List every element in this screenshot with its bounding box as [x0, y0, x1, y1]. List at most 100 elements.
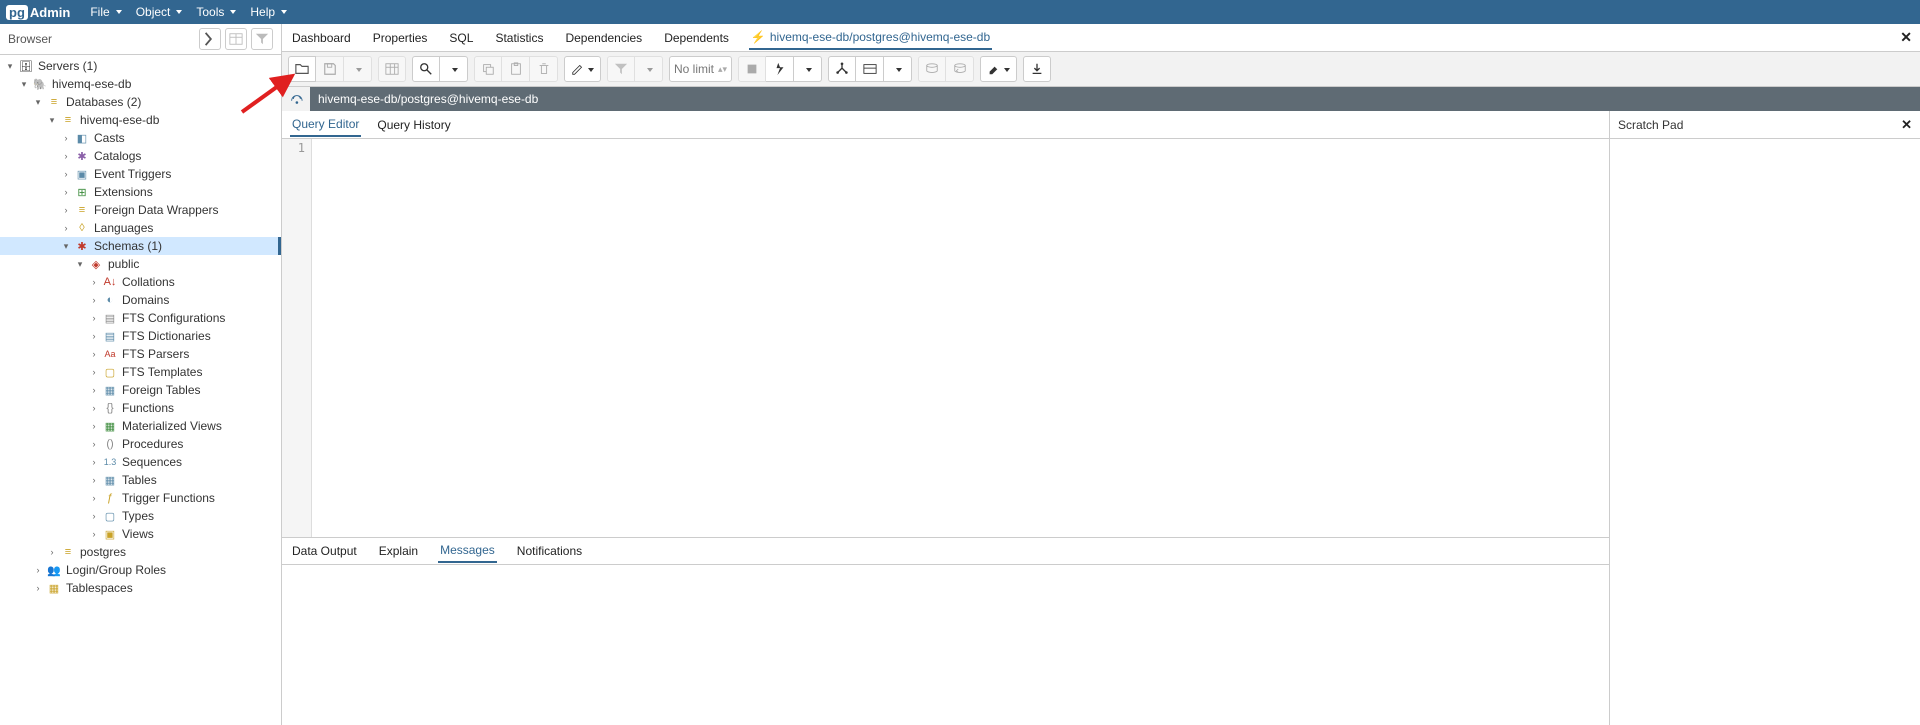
tab-statistics[interactable]: Statistics [493, 27, 545, 49]
schema-icon: ◈ [88, 256, 104, 272]
tree-procedures[interactable]: ›()Procedures [0, 435, 281, 453]
login-roles-icon: 👥 [46, 562, 62, 578]
explain-analyze-button[interactable] [856, 56, 884, 82]
tree-servers[interactable]: ▾🗄Servers (1) [0, 57, 281, 75]
tree-fts-parsers[interactable]: ›AaFTS Parsers [0, 345, 281, 363]
domains-icon: ◐ [102, 292, 118, 308]
query-tool-button[interactable] [199, 28, 221, 50]
tab-sql[interactable]: SQL [447, 27, 475, 49]
tree-event-triggers[interactable]: ›▣Event Triggers [0, 165, 281, 183]
menu-file[interactable]: File [90, 5, 121, 19]
filter-button[interactable] [251, 28, 273, 50]
execute-dropdown[interactable] [794, 56, 822, 82]
tree-server[interactable]: ▾🐘hivemq-ese-db [0, 75, 281, 93]
save-dropdown[interactable] [344, 56, 372, 82]
tree-languages[interactable]: ›◊Languages [0, 219, 281, 237]
connection-bar: hivemq-ese-db/postgres@hivemq-ese-db [282, 87, 1920, 111]
find-dropdown[interactable] [440, 56, 468, 82]
tree-catalogs[interactable]: ›✱Catalogs [0, 147, 281, 165]
db-icon: ≡ [60, 112, 76, 128]
collations-icon: A↓ [102, 274, 118, 290]
object-tree[interactable]: ▾🗄Servers (1) ▾🐘hivemq-ese-db ▾≡Database… [0, 55, 281, 725]
browser-title: Browser [8, 32, 52, 46]
tree-fts-dict[interactable]: ›▤FTS Dictionaries [0, 327, 281, 345]
fts-templates-icon: ▢ [102, 364, 118, 380]
tab-data-output[interactable]: Data Output [290, 540, 359, 562]
delete-button[interactable] [530, 56, 558, 82]
tab-query-history[interactable]: Query History [375, 114, 452, 136]
tree-foreign-tables[interactable]: ›▦Foreign Tables [0, 381, 281, 399]
procedures-icon: () [102, 436, 118, 452]
scratch-body[interactable] [1610, 139, 1920, 725]
fdw-icon: ≡ [74, 202, 90, 218]
tree-fdw[interactable]: ›≡Foreign Data Wrappers [0, 201, 281, 219]
tab-explain[interactable]: Explain [377, 540, 420, 562]
menu-tools[interactable]: Tools [196, 5, 236, 19]
row-limit-select[interactable]: No limit▴▾ [669, 56, 732, 82]
rollback-button[interactable] [946, 56, 974, 82]
tree-collations[interactable]: ›A↓Collations [0, 273, 281, 291]
tab-dependents[interactable]: Dependents [662, 27, 731, 49]
tree-fts-templates[interactable]: ›▢FTS Templates [0, 363, 281, 381]
find-button[interactable] [412, 56, 440, 82]
tree-login-roles[interactable]: ›👥Login/Group Roles [0, 561, 281, 579]
tree-schemas[interactable]: ▾✱Schemas (1) [0, 237, 281, 255]
tab-notifications[interactable]: Notifications [515, 540, 584, 562]
tree-extensions[interactable]: ›⊞Extensions [0, 183, 281, 201]
stop-button[interactable] [738, 56, 766, 82]
tab-dependencies[interactable]: Dependencies [563, 27, 644, 49]
mat-views-icon: ▦ [102, 418, 118, 434]
tree-tables[interactable]: ›▦Tables [0, 471, 281, 489]
db-icon: ≡ [60, 544, 76, 560]
tree-domains[interactable]: ›◐Domains [0, 291, 281, 309]
code-body[interactable] [312, 139, 1609, 537]
tree-types[interactable]: ›▢Types [0, 507, 281, 525]
filter-dropdown[interactable] [635, 56, 663, 82]
explain-dropdown[interactable] [884, 56, 912, 82]
tree-fts-conf[interactable]: ›▤FTS Configurations [0, 309, 281, 327]
commit-button[interactable] [918, 56, 946, 82]
filter-rows-button[interactable] [607, 56, 635, 82]
tree-db[interactable]: ▾≡hivemq-ese-db [0, 111, 281, 129]
explain-button[interactable] [828, 56, 856, 82]
types-icon: ▢ [102, 508, 118, 524]
execute-button[interactable] [766, 56, 794, 82]
tree-trigger-funcs[interactable]: ›ƒTrigger Functions [0, 489, 281, 507]
open-file-button[interactable] [288, 56, 316, 82]
tab-close-button[interactable]: ✕ [1900, 29, 1912, 46]
scratch-pad: Scratch Pad ✕ [1610, 111, 1920, 725]
main-tabs: Dashboard Properties SQL Statistics Depe… [282, 24, 1920, 52]
tree-databases[interactable]: ▾≡Databases (2) [0, 93, 281, 111]
tab-properties[interactable]: Properties [371, 27, 430, 49]
tree-mat-views[interactable]: ›▦Materialized Views [0, 417, 281, 435]
servers-icon: 🗄 [18, 58, 34, 74]
tree-public[interactable]: ▾◈public [0, 255, 281, 273]
menu-object[interactable]: Object [136, 5, 183, 19]
copy-button[interactable] [474, 56, 502, 82]
tab-messages[interactable]: Messages [438, 539, 497, 563]
connection-status-button[interactable] [282, 87, 310, 111]
tree-sequences[interactable]: ›1.3Sequences [0, 453, 281, 471]
save-file-button[interactable] [316, 56, 344, 82]
schemas-icon: ✱ [74, 238, 90, 254]
top-menu-bar: pg Admin File Object Tools Help [0, 0, 1920, 24]
languages-icon: ◊ [74, 220, 90, 236]
tab-query-tool[interactable]: ⚡hivemq-ese-db/postgres@hivemq-ese-db [749, 26, 992, 50]
tree-postgres[interactable]: ›≡postgres [0, 543, 281, 561]
tree-functions[interactable]: ›{}Functions [0, 399, 281, 417]
tablespaces-icon: ▦ [46, 580, 62, 596]
edit-grid-button[interactable] [378, 56, 406, 82]
menu-help[interactable]: Help [250, 5, 287, 19]
tab-dashboard[interactable]: Dashboard [290, 27, 353, 49]
tab-query-editor[interactable]: Query Editor [290, 113, 361, 137]
paste-button[interactable] [502, 56, 530, 82]
scratch-close-button[interactable]: ✕ [1901, 117, 1912, 133]
clear-button[interactable] [980, 56, 1017, 82]
tree-tablespaces[interactable]: ›▦Tablespaces [0, 579, 281, 597]
download-button[interactable] [1023, 56, 1051, 82]
view-data-button[interactable] [225, 28, 247, 50]
tree-casts[interactable]: ›◧Casts [0, 129, 281, 147]
tree-views[interactable]: ›▣Views [0, 525, 281, 543]
edit-button[interactable] [564, 56, 601, 82]
code-editor[interactable]: 1 [282, 139, 1609, 537]
